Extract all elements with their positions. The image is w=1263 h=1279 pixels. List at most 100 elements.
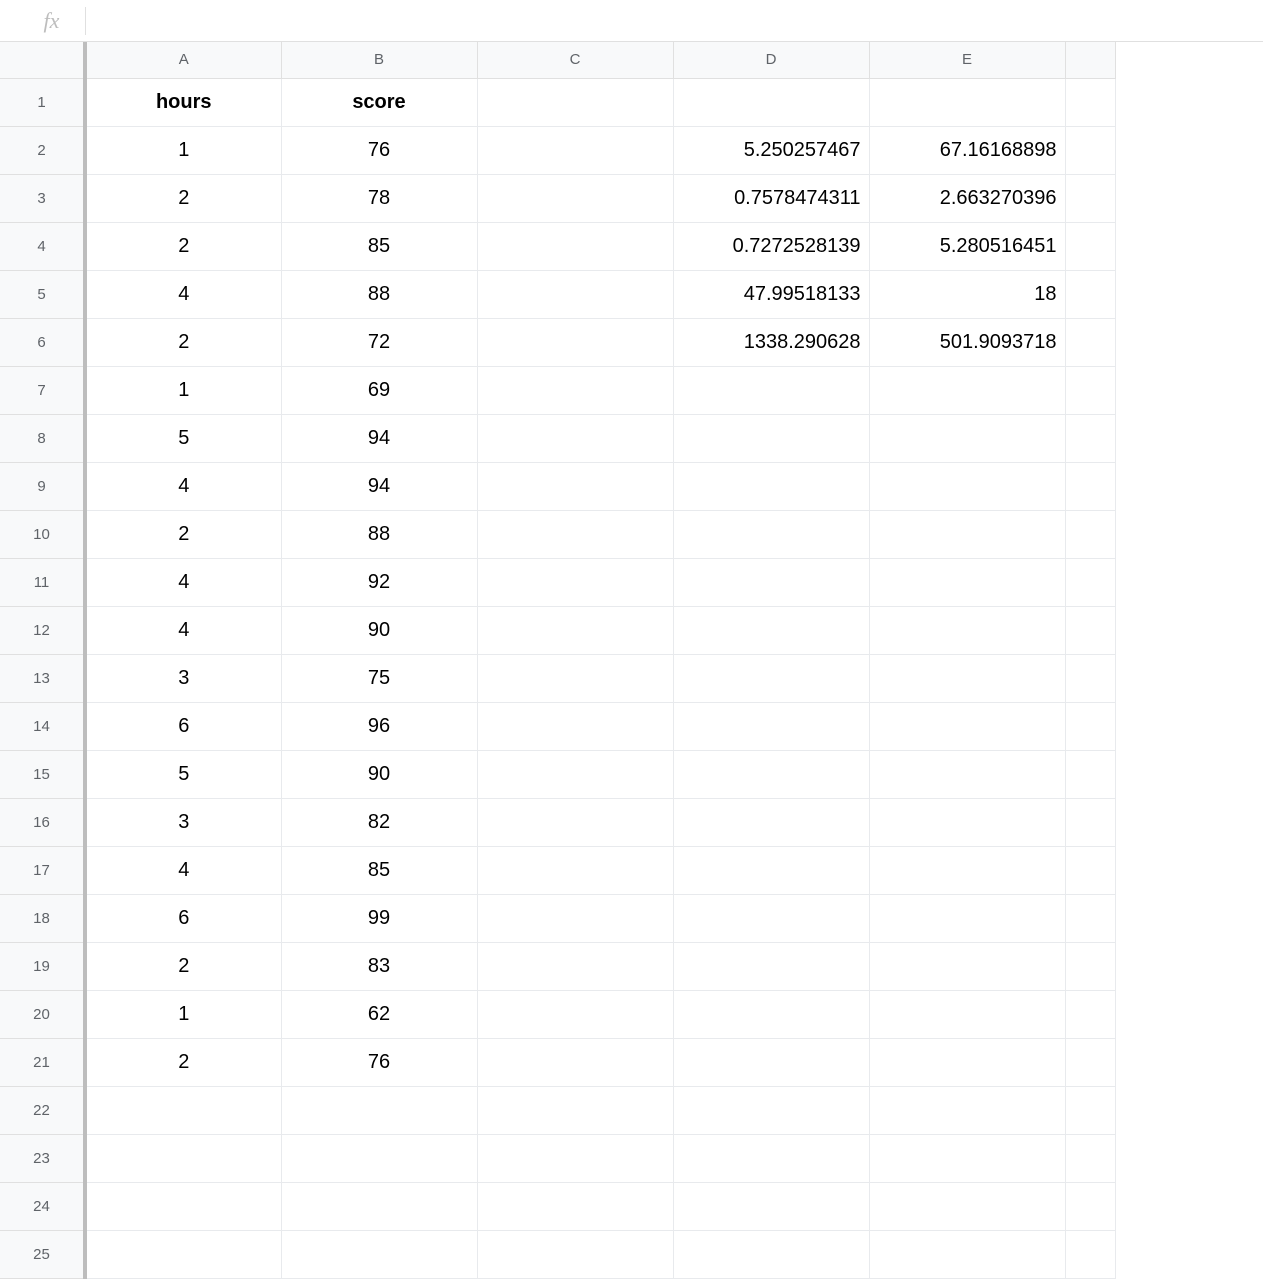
cell-D25[interactable]	[673, 1230, 869, 1278]
row-header-25[interactable]: 25	[0, 1230, 85, 1278]
cell-D1[interactable]	[673, 78, 869, 126]
cell-F20[interactable]	[1065, 990, 1115, 1038]
cell-C22[interactable]	[477, 1086, 673, 1134]
cell-B20[interactable]: 62	[281, 990, 477, 1038]
cell-E7[interactable]	[869, 366, 1065, 414]
cell-B3[interactable]: 78	[281, 174, 477, 222]
cell-B9[interactable]: 94	[281, 462, 477, 510]
cell-D15[interactable]	[673, 750, 869, 798]
cell-D5[interactable]: 47.99518133	[673, 270, 869, 318]
cell-A4[interactable]: 2	[85, 222, 281, 270]
cell-F3[interactable]	[1065, 174, 1115, 222]
column-header-F[interactable]	[1065, 42, 1115, 78]
column-header-C[interactable]: C	[477, 42, 673, 78]
cell-A8[interactable]: 5	[85, 414, 281, 462]
cell-B21[interactable]: 76	[281, 1038, 477, 1086]
cell-D4[interactable]: 0.7272528139	[673, 222, 869, 270]
cell-D23[interactable]	[673, 1134, 869, 1182]
cell-E18[interactable]	[869, 894, 1065, 942]
cell-A10[interactable]: 2	[85, 510, 281, 558]
cell-B24[interactable]	[281, 1182, 477, 1230]
cell-F22[interactable]	[1065, 1086, 1115, 1134]
cell-B16[interactable]: 82	[281, 798, 477, 846]
cell-B13[interactable]: 75	[281, 654, 477, 702]
row-header-1[interactable]: 1	[0, 78, 85, 126]
cell-E16[interactable]	[869, 798, 1065, 846]
cell-A22[interactable]	[85, 1086, 281, 1134]
cell-E25[interactable]	[869, 1230, 1065, 1278]
cell-C17[interactable]	[477, 846, 673, 894]
row-header-5[interactable]: 5	[0, 270, 85, 318]
cell-E11[interactable]	[869, 558, 1065, 606]
cell-D13[interactable]	[673, 654, 869, 702]
cell-A16[interactable]: 3	[85, 798, 281, 846]
cell-D2[interactable]: 5.250257467	[673, 126, 869, 174]
cell-E12[interactable]	[869, 606, 1065, 654]
column-header-D[interactable]: D	[673, 42, 869, 78]
cell-B11[interactable]: 92	[281, 558, 477, 606]
cell-F13[interactable]	[1065, 654, 1115, 702]
cell-A23[interactable]	[85, 1134, 281, 1182]
row-header-24[interactable]: 24	[0, 1182, 85, 1230]
cell-B10[interactable]: 88	[281, 510, 477, 558]
select-all-corner[interactable]	[0, 42, 85, 78]
cell-F7[interactable]	[1065, 366, 1115, 414]
row-header-23[interactable]: 23	[0, 1134, 85, 1182]
cell-F8[interactable]	[1065, 414, 1115, 462]
cell-F4[interactable]	[1065, 222, 1115, 270]
cell-C6[interactable]	[477, 318, 673, 366]
cell-A20[interactable]: 1	[85, 990, 281, 1038]
cell-D3[interactable]: 0.7578474311	[673, 174, 869, 222]
cell-F14[interactable]	[1065, 702, 1115, 750]
cell-D14[interactable]	[673, 702, 869, 750]
cell-F10[interactable]	[1065, 510, 1115, 558]
cell-C16[interactable]	[477, 798, 673, 846]
cell-E6[interactable]: 501.9093718	[869, 318, 1065, 366]
cell-A25[interactable]	[85, 1230, 281, 1278]
cell-B6[interactable]: 72	[281, 318, 477, 366]
cell-C11[interactable]	[477, 558, 673, 606]
cell-A9[interactable]: 4	[85, 462, 281, 510]
cell-D8[interactable]	[673, 414, 869, 462]
cell-C7[interactable]	[477, 366, 673, 414]
cell-C4[interactable]	[477, 222, 673, 270]
cell-F5[interactable]	[1065, 270, 1115, 318]
cell-C24[interactable]	[477, 1182, 673, 1230]
cell-F1[interactable]	[1065, 78, 1115, 126]
cell-B22[interactable]	[281, 1086, 477, 1134]
cell-F15[interactable]	[1065, 750, 1115, 798]
cell-C19[interactable]	[477, 942, 673, 990]
cell-C25[interactable]	[477, 1230, 673, 1278]
cell-F11[interactable]	[1065, 558, 1115, 606]
cell-E13[interactable]	[869, 654, 1065, 702]
cell-F24[interactable]	[1065, 1182, 1115, 1230]
cell-E14[interactable]	[869, 702, 1065, 750]
row-header-14[interactable]: 14	[0, 702, 85, 750]
row-header-13[interactable]: 13	[0, 654, 85, 702]
cell-F6[interactable]	[1065, 318, 1115, 366]
cell-A1[interactable]: hours	[85, 78, 281, 126]
column-header-B[interactable]: B	[281, 42, 477, 78]
cell-E20[interactable]	[869, 990, 1065, 1038]
cell-D17[interactable]	[673, 846, 869, 894]
cell-D11[interactable]	[673, 558, 869, 606]
cell-B2[interactable]: 76	[281, 126, 477, 174]
cell-A17[interactable]: 4	[85, 846, 281, 894]
row-header-16[interactable]: 16	[0, 798, 85, 846]
cell-C18[interactable]	[477, 894, 673, 942]
cell-F21[interactable]	[1065, 1038, 1115, 1086]
cell-C23[interactable]	[477, 1134, 673, 1182]
row-header-19[interactable]: 19	[0, 942, 85, 990]
cell-C20[interactable]	[477, 990, 673, 1038]
row-header-11[interactable]: 11	[0, 558, 85, 606]
cell-C5[interactable]	[477, 270, 673, 318]
cell-D7[interactable]	[673, 366, 869, 414]
row-header-6[interactable]: 6	[0, 318, 85, 366]
cell-F19[interactable]	[1065, 942, 1115, 990]
row-header-7[interactable]: 7	[0, 366, 85, 414]
cell-E22[interactable]	[869, 1086, 1065, 1134]
cell-B15[interactable]: 90	[281, 750, 477, 798]
cell-F2[interactable]	[1065, 126, 1115, 174]
cell-D9[interactable]	[673, 462, 869, 510]
cell-C3[interactable]	[477, 174, 673, 222]
